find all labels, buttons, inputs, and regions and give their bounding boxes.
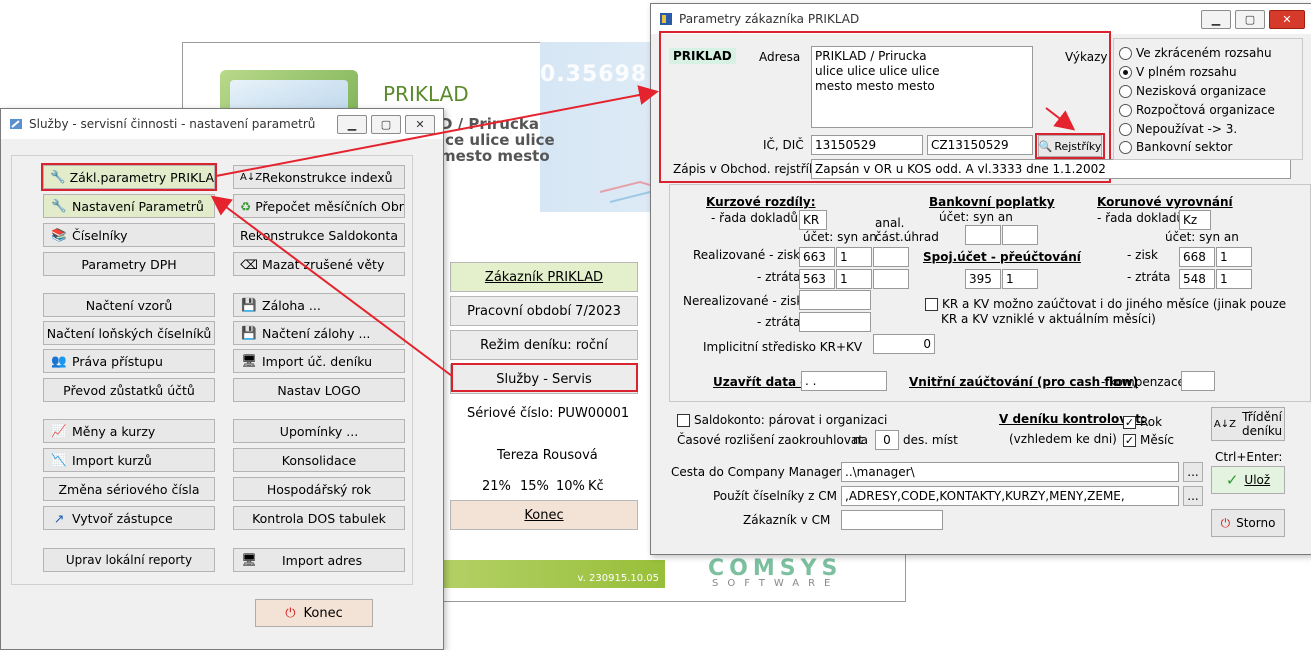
annotation-arrows xyxy=(210,85,1076,377)
